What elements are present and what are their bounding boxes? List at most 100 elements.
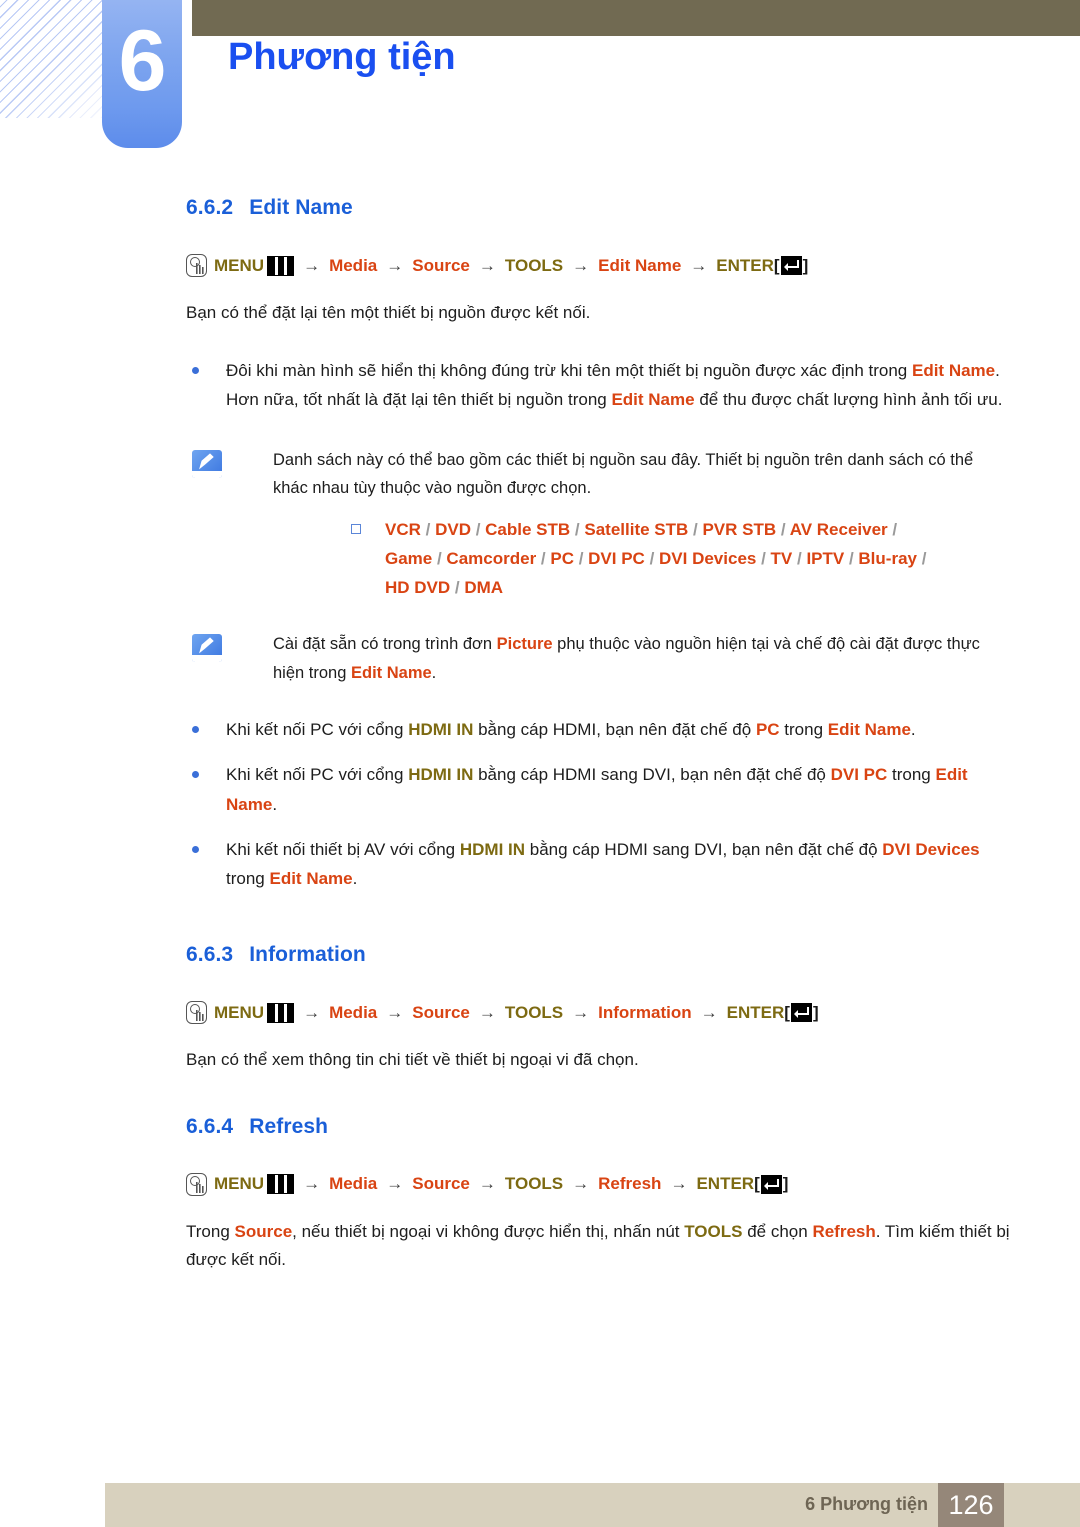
bullet-text-part: trong — [887, 765, 936, 785]
bullet-text-part: trong — [779, 720, 828, 740]
device-3: Satellite STB — [584, 519, 689, 539]
device-5: AV Receiver — [789, 519, 888, 539]
section-heading-refresh: 6.6.4 Refresh — [0, 1115, 1080, 1139]
bracket-open: [ — [754, 1174, 760, 1194]
enter-label: ENTER — [696, 1174, 755, 1194]
refresh-description: Trong Source, nếu thiết bị ngoại vi khôn… — [0, 1218, 1080, 1275]
menu-item-tools: TOOLS — [504, 1002, 564, 1022]
menu-label: MENU — [214, 1002, 265, 1022]
bullet-text-part: Khi kết nối PC với cổng — [226, 720, 409, 740]
hand-press-icon — [186, 1001, 207, 1025]
menu-item-tools: TOOLS — [504, 255, 564, 275]
bracket-open: [ — [773, 255, 780, 275]
enter-key-icon — [760, 1174, 782, 1194]
menu-item-refresh: Refresh — [598, 1174, 662, 1194]
text-part: , nếu thiết bị ngoại vi không được hiển … — [292, 1221, 685, 1241]
device-12: IPTV — [806, 549, 845, 568]
menu-bars-icon — [267, 1002, 295, 1023]
bracket-close: ] — [802, 255, 809, 275]
arrow-icon: → — [303, 255, 321, 275]
bullet-text-part: Khi kết nối thiết bị AV với cổng — [226, 839, 460, 859]
information-intro: Bạn có thể xem thông tin chi tiết về thi… — [186, 1050, 639, 1070]
section-title: Information — [249, 943, 366, 967]
arrow-icon: → — [572, 1002, 590, 1022]
device-4: PVR STB — [702, 519, 777, 539]
arrow-icon: → — [386, 1002, 404, 1022]
menu-item-media: Media — [329, 1174, 378, 1194]
list-item: Khi kết nối PC với cổng HDMI IN bằng cáp… — [0, 760, 1080, 818]
emphasis-pc: PC — [755, 720, 780, 740]
bullet-text-part: trong — [226, 869, 270, 889]
hand-press-icon — [186, 1172, 207, 1196]
arrow-icon: → — [303, 1002, 321, 1022]
emphasis-edit-name: Edit Name — [269, 869, 353, 889]
edit-name-bullet-list: Đôi khi màn hình sẽ hiển thị không đúng … — [0, 356, 1080, 414]
menu-item-edit-name: Edit Name — [598, 255, 682, 275]
edit-name-intro: Bạn có thể đặt lại tên một thiết bị nguồ… — [186, 303, 591, 322]
bullet-text-part: Đôi khi màn hình sẽ hiển thị không đúng … — [226, 360, 912, 380]
section-number: 6.6.2 — [186, 196, 234, 219]
enter-label: ENTER — [716, 255, 774, 275]
menu-path-edit-name: MENU → Media → Source → TOOLS → Edit Nam… — [0, 254, 1080, 277]
device-11: TV — [770, 549, 793, 568]
page-header: 6 Phương tiện — [0, 0, 1080, 160]
menu-label: MENU — [214, 1174, 265, 1194]
arrow-icon: → — [303, 1174, 321, 1194]
emphasis-edit-name: Edit Name — [611, 389, 695, 409]
bullet-text-part: bằng cáp HDMI, bạn nên đặt chế độ — [473, 720, 756, 740]
menu-label: MENU — [214, 255, 265, 275]
section-title: Edit Name — [249, 196, 353, 219]
note-device-list: Danh sách này có thể bao gồm các thiết b… — [0, 446, 1080, 602]
note-text: Danh sách này có thể bao gồm các thiết b… — [273, 451, 974, 498]
emphasis-picture: Picture — [496, 635, 553, 654]
menu-item-source: Source — [412, 1174, 470, 1194]
emphasis-refresh: Refresh — [812, 1221, 876, 1241]
menu-bars-icon — [267, 1174, 295, 1195]
device-9: DVI PC — [588, 549, 645, 568]
menu-item-tools: TOOLS — [504, 1174, 564, 1194]
arrow-icon: → — [700, 1002, 718, 1022]
section-heading-information: 6.6.3 Information — [0, 943, 1080, 967]
emphasis-tools: TOOLS — [684, 1221, 743, 1241]
emphasis-edit-name: Edit Name — [911, 360, 996, 380]
arrow-icon: → — [478, 255, 496, 275]
text-part: Trong — [186, 1221, 235, 1241]
note-text-part: Cài đặt sẵn có trong trình đơn — [273, 635, 497, 654]
emphasis-hdmi-in: HDMI IN — [408, 765, 474, 785]
list-item: Khi kết nối thiết bị AV với cổng HDMI IN… — [0, 835, 1080, 893]
note-pencil-icon — [192, 450, 222, 479]
bullet-text-part: . — [352, 869, 358, 889]
device-14: HD DVD — [385, 578, 451, 598]
note-picture-presets: Cài đặt sẵn có trong trình đơn Picture p… — [0, 630, 1080, 687]
arrow-icon: → — [386, 1174, 404, 1194]
header-olive-bar — [192, 0, 1080, 36]
page-number: 126 — [938, 1483, 1004, 1527]
bullet-text-part: bằng cáp HDMI sang DVI, bạn nên đặt chế … — [525, 839, 883, 859]
menu-path-information: MENU → Media → Source → TOOLS → Informat… — [0, 1001, 1080, 1025]
footer-chapter-label: 6 Phương tiện — [805, 1494, 928, 1514]
section-number: 6.6.3 — [186, 943, 234, 967]
list-item: Đôi khi màn hình sẽ hiển thị không đúng … — [0, 356, 1080, 414]
arrow-icon: → — [572, 1174, 590, 1194]
bullet-text-part: bằng cáp HDMI sang DVI, bạn nên đặt chế … — [473, 765, 831, 785]
device-1: DVD — [435, 519, 471, 539]
bullet-text-part: . — [272, 794, 278, 814]
page-footer: 6 Phương tiện 126 — [105, 1483, 1080, 1527]
emphasis-edit-name: Edit Name — [350, 663, 432, 682]
device-0: VCR — [385, 519, 421, 539]
menu-bars-icon — [267, 255, 295, 276]
bullet-text-part: . — [910, 720, 916, 740]
device-2: Cable STB — [485, 519, 571, 539]
menu-item-media: Media — [329, 1002, 378, 1022]
arrow-icon: → — [478, 1174, 496, 1194]
device-sub-bullet-list: VCR / DVD / Cable STB / Satellite STB / … — [273, 515, 1008, 603]
menu-item-source: Source — [412, 1002, 470, 1022]
list-item: Khi kết nối PC với cổng HDMI IN bằng cáp… — [0, 715, 1080, 744]
arrow-icon: → — [572, 255, 590, 275]
menu-item-source: Source — [412, 255, 470, 275]
menu-item-media: Media — [329, 255, 378, 275]
menu-path-refresh: MENU → Media → Source → TOOLS → Refresh … — [0, 1172, 1080, 1196]
note-text-part: . — [431, 663, 437, 682]
hdmi-bullet-list: Khi kết nối PC với cổng HDMI IN bằng cáp… — [0, 715, 1080, 893]
arrow-icon: → — [690, 255, 708, 275]
